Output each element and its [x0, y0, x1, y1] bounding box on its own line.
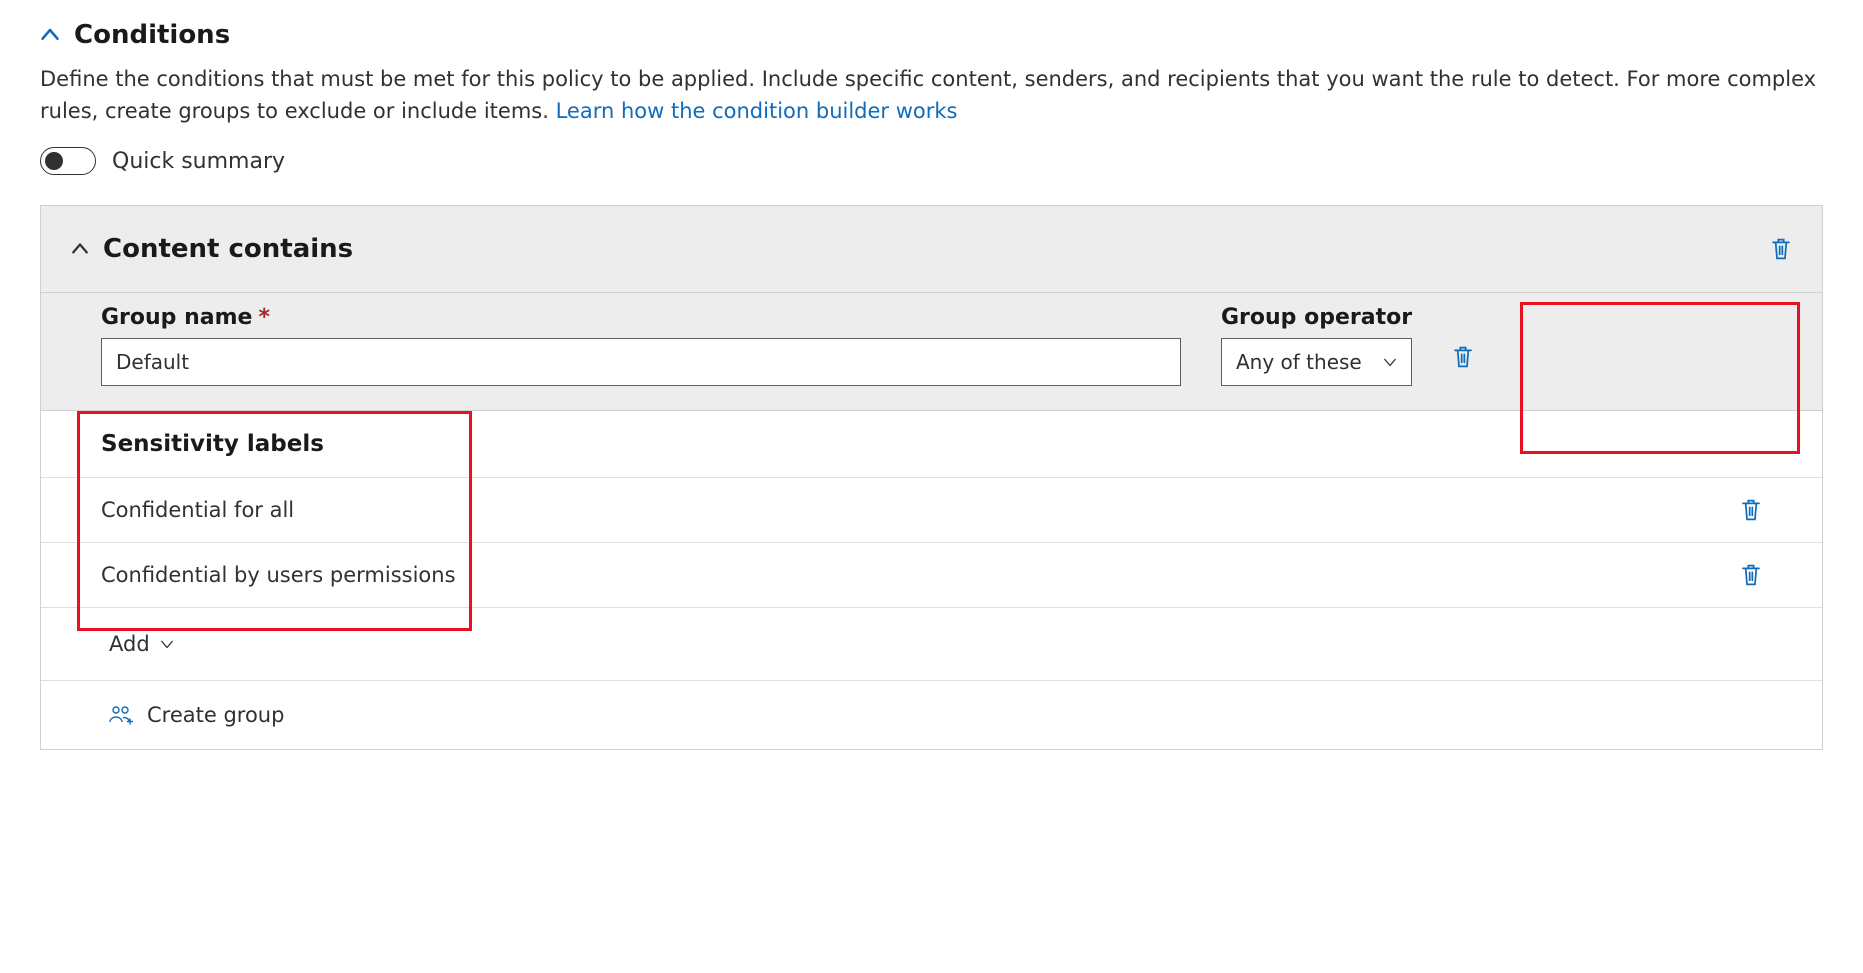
sensitivity-labels-header-row: Sensitivity labels: [41, 411, 1822, 478]
learn-conditions-link[interactable]: Learn how the condition builder works: [556, 99, 958, 123]
people-add-icon: [109, 704, 135, 726]
content-contains-panel: Content contains Group name * Group oper…: [40, 205, 1823, 750]
chevron-down-icon: [1383, 355, 1397, 369]
conditions-title: Conditions: [74, 20, 230, 50]
group-operator-value: Any of these: [1236, 350, 1362, 374]
conditions-expander[interactable]: Conditions: [40, 20, 1823, 50]
content-contains-title: Content contains: [103, 234, 353, 264]
group-operator-label: Group operator: [1221, 305, 1412, 330]
chevron-down-icon: [160, 637, 174, 651]
group-operator-select[interactable]: Any of these: [1221, 338, 1412, 386]
group-name-input[interactable]: [101, 338, 1181, 386]
quick-summary-toggle[interactable]: [40, 147, 96, 175]
create-group-row: Create group: [41, 681, 1822, 749]
create-group-label: Create group: [147, 703, 284, 727]
quick-summary-label: Quick summary: [112, 149, 285, 174]
group-name-label-text: Group name: [101, 305, 252, 330]
sensitivity-label-name: Confidential by users permissions: [101, 563, 456, 587]
required-asterisk: *: [258, 305, 270, 330]
delete-label-button[interactable]: [1740, 498, 1762, 522]
toggle-knob: [45, 152, 63, 170]
conditions-description: Define the conditions that must be met f…: [40, 64, 1823, 127]
create-group-button[interactable]: Create group: [101, 703, 284, 727]
delete-condition-button[interactable]: [1770, 237, 1792, 261]
delete-group-button[interactable]: [1452, 345, 1474, 369]
delete-label-button[interactable]: [1740, 563, 1762, 587]
chevron-up-icon: [71, 240, 89, 258]
chevron-up-icon: [40, 25, 60, 45]
sensitivity-label-name: Confidential for all: [101, 498, 294, 522]
add-button[interactable]: Add: [101, 632, 174, 656]
list-item: Confidential by users permissions: [41, 543, 1822, 608]
sensitivity-labels-title: Sensitivity labels: [101, 431, 324, 457]
add-label: Add: [109, 632, 150, 656]
add-row: Add: [41, 608, 1822, 681]
group-settings-row: Group name * Group operator Any of these: [41, 293, 1822, 411]
list-item: Confidential for all: [41, 478, 1822, 543]
group-name-label: Group name *: [101, 305, 1181, 330]
content-contains-expander[interactable]: Content contains: [71, 234, 353, 264]
